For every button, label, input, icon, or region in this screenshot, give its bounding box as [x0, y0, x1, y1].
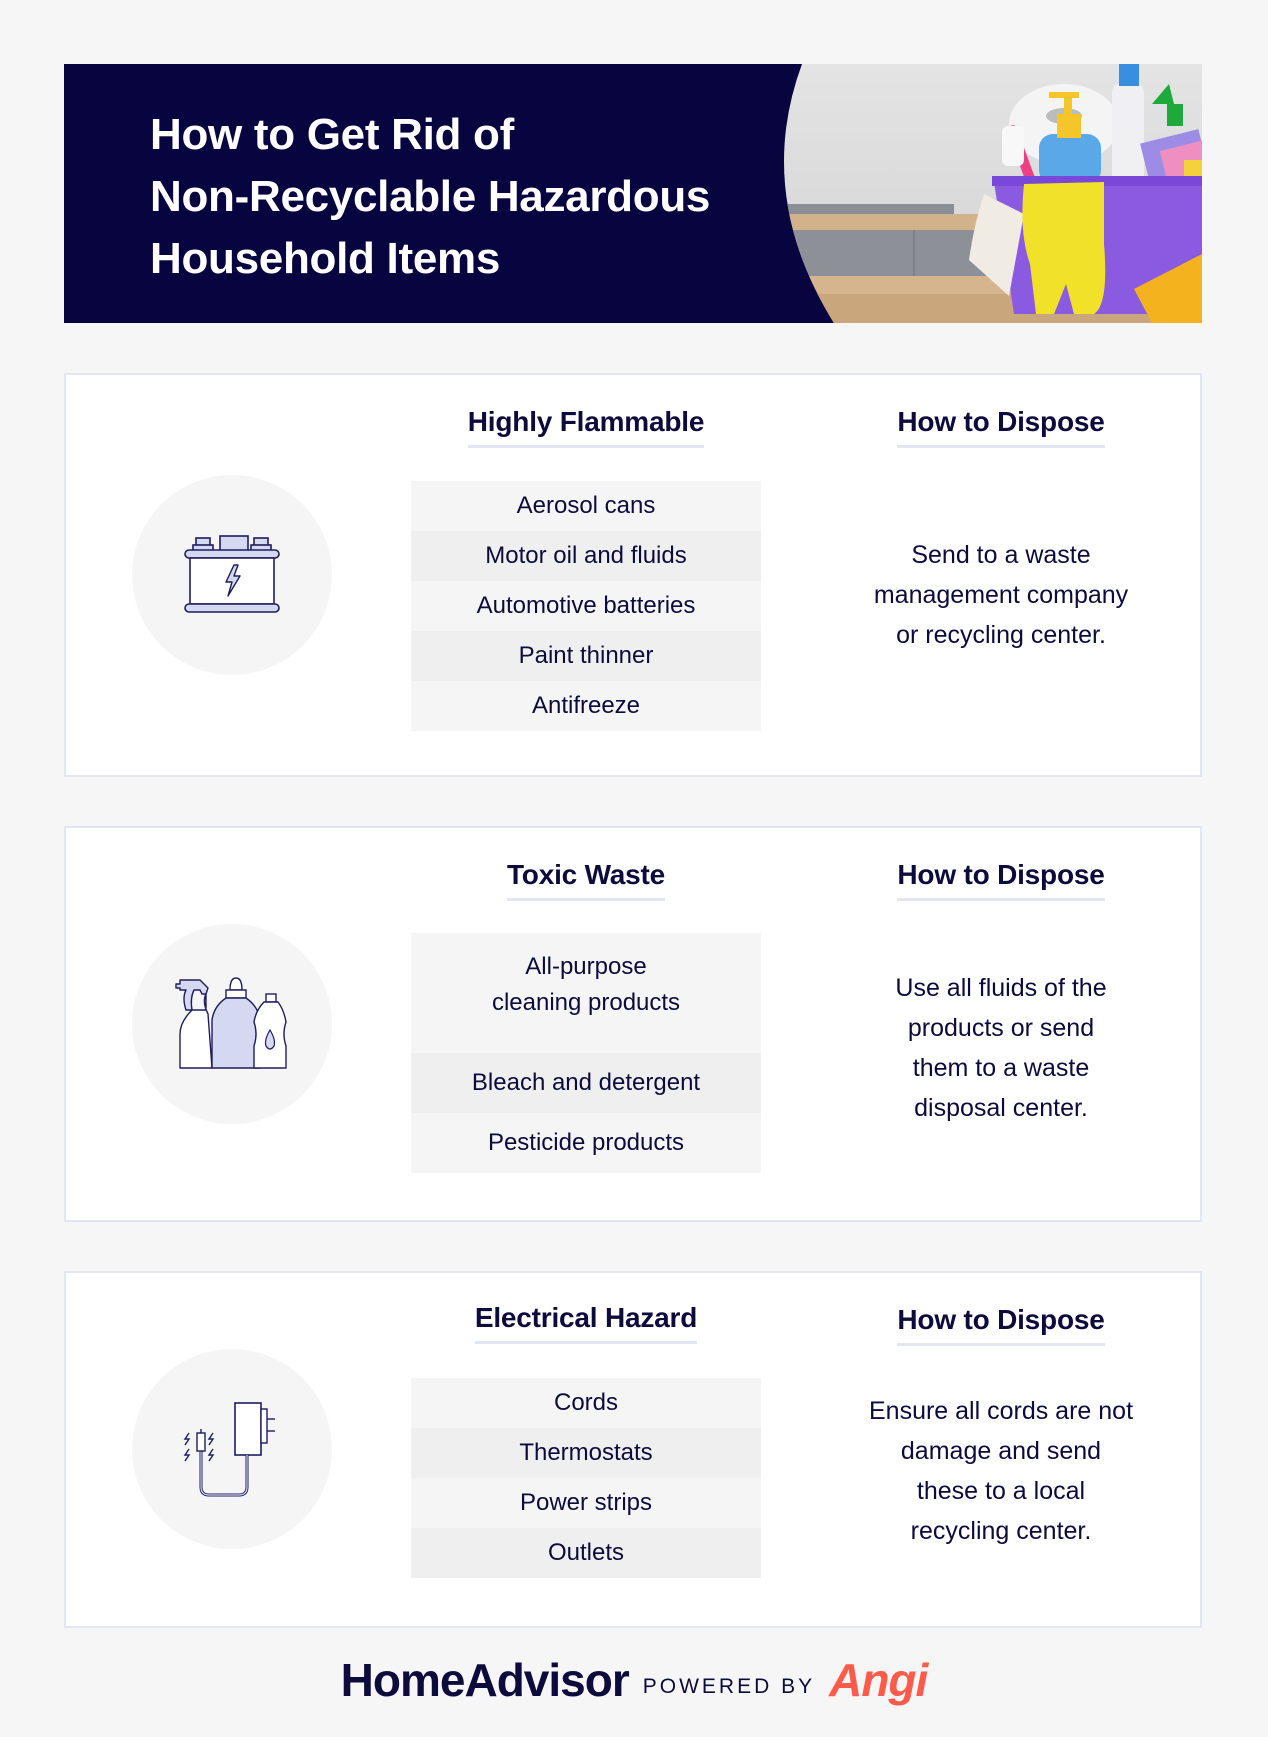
- category-heading-text: Electrical Hazard: [474, 1301, 697, 1344]
- dispose-heading: How to Dispose: [831, 405, 1171, 448]
- footer-branding: HomeAdvisor POWERED BY Angi: [0, 1650, 1268, 1710]
- dispose-line: these to a local: [916, 1477, 1086, 1505]
- dispose-line: or recycling center.: [896, 621, 1106, 649]
- dispose-heading-text: How to Dispose: [897, 858, 1105, 901]
- dispose-line: Ensure all cords are not: [868, 1397, 1134, 1425]
- dispose-line: damage and send: [900, 1437, 1102, 1465]
- car-battery-icon: [184, 535, 280, 613]
- category-heading: Highly Flammable: [411, 405, 761, 448]
- dispose-instructions: Use all fluids of the products or send t…: [831, 968, 1171, 1128]
- list-item: Aerosol cans: [411, 481, 761, 531]
- dispose-heading: How to Dispose: [831, 1303, 1171, 1346]
- category-heading: Electrical Hazard: [411, 1301, 761, 1344]
- dispose-heading-text: How to Dispose: [897, 1303, 1105, 1346]
- list-item: Automotive batteries: [411, 581, 761, 631]
- dispose-instructions: Send to a waste management company or re…: [831, 535, 1171, 655]
- page-title: How to Get Rid of Non-Recyclable Hazardo…: [150, 104, 830, 290]
- list-item: Cords: [411, 1378, 761, 1428]
- angi-logo: Angi: [829, 1654, 928, 1706]
- dispose-heading: How to Dispose: [831, 858, 1171, 901]
- power-adapter-cord-icon: [183, 1402, 275, 1497]
- icon-circle: [132, 924, 332, 1124]
- list-item: Antifreeze: [411, 681, 761, 731]
- icon-circle: [132, 475, 332, 675]
- icon-circle: [132, 1349, 332, 1549]
- section-electrical-hazard: Electrical Hazard How to Dispose Cords T…: [64, 1271, 1202, 1628]
- list-item: Pesticide products: [411, 1113, 761, 1173]
- items-list: All-purpose cleaning products Bleach and…: [411, 933, 761, 1173]
- dispose-instructions: Ensure all cords are not damage and send…: [831, 1391, 1171, 1551]
- dispose-heading-text: How to Dispose: [897, 405, 1105, 448]
- category-heading-text: Toxic Waste: [506, 858, 665, 901]
- dispose-line: them to a waste: [912, 1054, 1090, 1082]
- dispose-line: disposal center.: [914, 1094, 1088, 1122]
- list-item: Motor oil and fluids: [411, 531, 761, 581]
- category-heading-text: Highly Flammable: [467, 405, 704, 448]
- section-toxic-waste: Toxic Waste How to Dispose All-purpose c…: [64, 826, 1202, 1222]
- cleaning-bottles-icon: [175, 977, 287, 1069]
- list-item: All-purpose cleaning products: [411, 933, 761, 1053]
- title-line-1: How to Get Rid of: [150, 110, 514, 159]
- list-item: Thermostats: [411, 1428, 761, 1478]
- items-list: Cords Thermostats Power strips Outlets: [411, 1378, 761, 1578]
- section-highly-flammable: Highly Flammable How to Dispose Aerosol …: [64, 373, 1202, 777]
- homeadvisor-logo: HomeAdvisor: [340, 1654, 630, 1706]
- list-item: Power strips: [411, 1478, 761, 1528]
- dispose-line: Send to a waste: [911, 541, 1091, 569]
- category-heading: Toxic Waste: [411, 858, 761, 901]
- dispose-line: products or send: [907, 1014, 1095, 1042]
- dispose-line: Use all fluids of the: [895, 974, 1107, 1002]
- powered-by-label: POWERED BY: [642, 1675, 816, 1698]
- header-banner: How to Get Rid of Non-Recyclable Hazardo…: [64, 64, 1202, 323]
- title-line-3: Household Items: [150, 234, 500, 283]
- list-item: Paint thinner: [411, 631, 761, 681]
- dispose-line: management company: [873, 581, 1129, 609]
- list-item: Outlets: [411, 1528, 761, 1578]
- dispose-line: recycling center.: [910, 1517, 1092, 1545]
- title-line-2: Non-Recyclable Hazardous: [150, 172, 711, 221]
- cleaning-supplies-photo: [784, 64, 1202, 323]
- items-list: Aerosol cans Motor oil and fluids Automo…: [411, 481, 761, 731]
- list-item: Bleach and detergent: [411, 1053, 761, 1113]
